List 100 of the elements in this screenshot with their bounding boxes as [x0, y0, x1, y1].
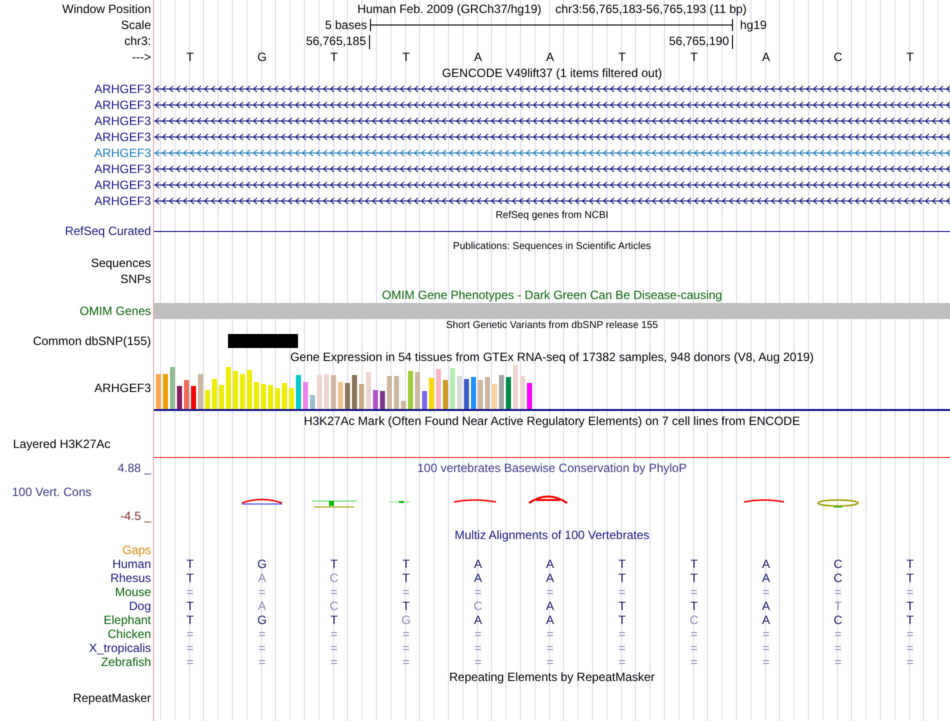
aligned-base: C: [834, 572, 842, 584]
axis-max-label: 4.88 _: [118, 461, 151, 475]
aligned-base: T: [906, 600, 914, 612]
aligned-base: A: [474, 558, 482, 570]
track-label: Layered H3K27Ac: [13, 437, 110, 451]
transcript-label[interactable]: ARHGEF3: [94, 146, 151, 160]
species-label[interactable]: Zebrafish: [100, 655, 151, 669]
aligned-base: =: [330, 628, 338, 640]
chromosome-label: chr3:: [124, 34, 151, 48]
aligned-base: =: [546, 642, 554, 654]
transcript-label[interactable]: ARHGEF3: [94, 162, 151, 176]
track-label: Sequences: [90, 256, 151, 270]
aligned-base: =: [474, 642, 482, 654]
aligned-base: T: [402, 600, 410, 612]
position-range: chr3:56,765,183-56,765,193 (11 bp): [555, 2, 747, 16]
track-label: RepeatMasker: [72, 691, 151, 705]
track-label: SNPs: [120, 272, 151, 286]
species-label[interactable]: Dog: [128, 599, 151, 613]
base-letter: A: [762, 50, 770, 64]
aligned-base: =: [546, 586, 554, 598]
aligned-base: A: [762, 572, 770, 584]
assembly-title: Human Feb. 2009 (GRCh37/hg19): [357, 2, 542, 16]
track-title: RefSeq genes from NCBI: [496, 209, 608, 223]
aligned-base: C: [690, 614, 698, 626]
aligned-base: =: [546, 656, 554, 668]
base-letter: T: [618, 50, 626, 64]
track-label: Scale: [120, 18, 151, 32]
aligned-base: =: [474, 628, 482, 640]
aligned-base: =: [906, 642, 914, 654]
species-label[interactable]: Chicken: [108, 627, 151, 641]
base-letter: T: [906, 50, 914, 64]
track-label[interactable]: RefSeq Curated: [64, 224, 151, 238]
track-title: Repeating Elements by RepeatMasker: [449, 670, 655, 684]
aligned-base: =: [186, 628, 194, 640]
aligned-base: =: [690, 656, 698, 668]
transcript-label[interactable]: ARHGEF3: [94, 82, 151, 96]
aligned-base: =: [762, 656, 770, 668]
aligned-base: C: [834, 558, 842, 570]
aligned-base: G: [257, 614, 267, 626]
transcript-label[interactable]: ARHGEF3: [94, 178, 151, 192]
track-title: Publications: Sequences in Scientific Articles: [453, 240, 651, 254]
transcript-label[interactable]: ARHGEF3: [94, 114, 151, 128]
aligned-base: =: [834, 586, 842, 598]
aligned-base: T: [330, 558, 338, 570]
axis-min-label: -4.5 _: [120, 509, 151, 523]
aligned-base: =: [546, 628, 554, 640]
transcript-label[interactable]: ARHGEF3: [94, 130, 151, 144]
species-label[interactable]: Human: [112, 557, 151, 571]
expression-bar-drawing[interactable]: [154, 365, 534, 409]
aligned-base: =: [402, 656, 410, 668]
aligned-base: T: [906, 614, 914, 626]
species-label[interactable]: Elephant: [104, 613, 151, 627]
aligned-base: T: [186, 572, 194, 584]
aligned-base: T: [186, 600, 194, 612]
aligned-base: =: [474, 656, 482, 668]
track-label: 100 Vert. Cons: [11, 485, 92, 499]
gene-label: ARHGEF3: [94, 381, 151, 395]
track-label: Gaps: [122, 542, 151, 556]
aligned-base: C: [330, 572, 338, 584]
aligned-base: T: [186, 558, 194, 570]
track-title: GENCODE V49lift37 (1 items filtered out): [442, 66, 662, 80]
track-title: H3K27Ac Mark (Often Found Near Active Regulatory Elements) on 7 cell lines from ENCODE: [304, 414, 800, 428]
aligned-base: =: [618, 586, 626, 598]
track-label: Common dbSNP(155): [32, 334, 151, 348]
transcript-label[interactable]: ARHGEF3: [94, 98, 151, 112]
strand-label: --->: [132, 50, 151, 64]
track-label: OMIM Genes: [80, 304, 151, 318]
aligned-base: =: [402, 642, 410, 654]
aligned-base: =: [762, 628, 770, 640]
base-letter: T: [690, 50, 698, 64]
aligned-base: T: [690, 600, 698, 612]
aligned-base: =: [618, 642, 626, 654]
aligned-base: T: [690, 558, 698, 570]
aligned-base: A: [762, 600, 770, 612]
transcript-label[interactable]: ARHGEF3: [94, 194, 151, 208]
species-label[interactable]: X_tropicalis: [88, 641, 151, 655]
track-title: Gene Expression in 54 tissues from GTEx RNA-seq of 17382 samples, 948 donors (V8, Aug 2019): [290, 350, 814, 364]
aligned-base: =: [186, 656, 194, 668]
aligned-base: A: [546, 572, 554, 584]
base-letter: A: [546, 50, 554, 64]
aligned-base: C: [474, 600, 482, 612]
aligned-base: A: [762, 614, 770, 626]
aligned-base: G: [401, 614, 411, 626]
aligned-base: =: [186, 586, 194, 598]
aligned-base: A: [546, 614, 554, 626]
aligned-base: =: [690, 642, 698, 654]
base-letter: T: [330, 50, 338, 64]
species-label[interactable]: Mouse: [114, 585, 151, 599]
species-label[interactable]: Rhesus: [110, 571, 151, 585]
aligned-base: T: [906, 558, 914, 570]
base-letter: T: [402, 50, 410, 64]
coordinate-text: 56,765,185: [306, 34, 366, 48]
aligned-base: C: [330, 600, 338, 612]
aligned-base: =: [834, 656, 842, 668]
aligned-base: G: [257, 558, 267, 570]
aligned-base: A: [474, 572, 482, 584]
aligned-base: =: [618, 656, 626, 668]
aligned-base: =: [690, 586, 698, 598]
track-title: OMIM Gene Phenotypes - Dark Green Can Be Disease-causing: [382, 288, 722, 302]
track-label: Window Position: [62, 2, 151, 16]
